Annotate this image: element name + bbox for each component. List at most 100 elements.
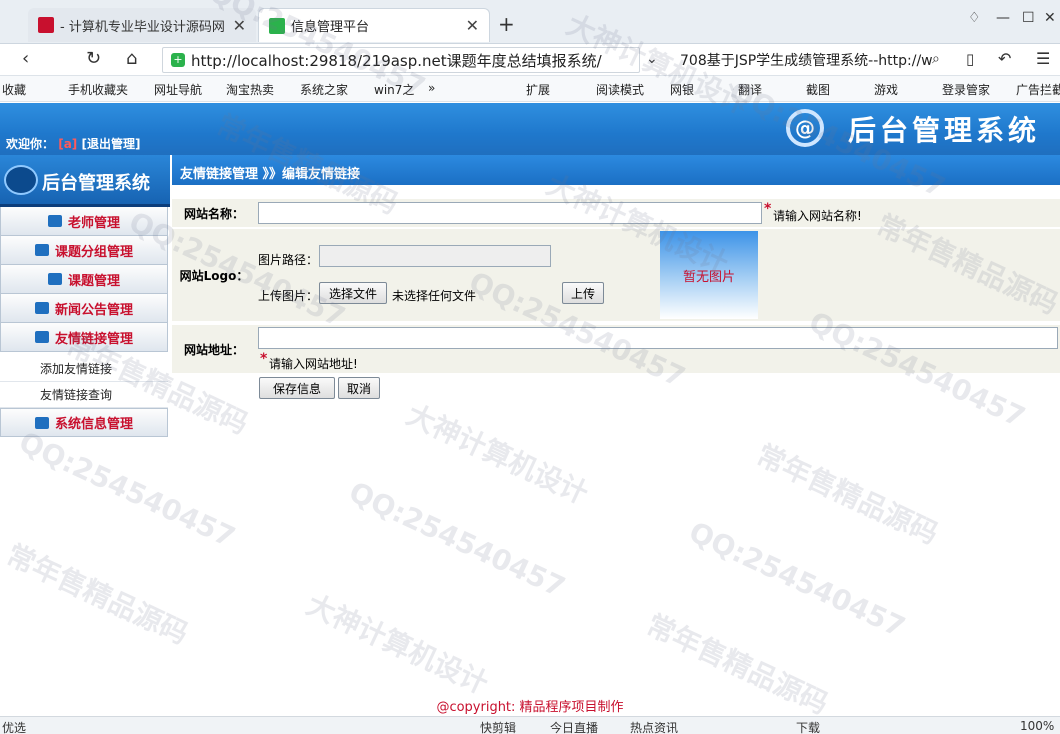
site-url-row: 网站地址： * 请输入网站地址! (172, 325, 1060, 373)
toolbar-extensions[interactable]: 扩展 (526, 81, 550, 98)
address-bar[interactable]: + http://localhost:29818/219asp.net课题年度总… (162, 47, 640, 73)
logout-link[interactable]: [退出管理] (81, 137, 140, 151)
bookmark-win7[interactable]: win7之 (374, 81, 414, 98)
search-box[interactable]: 708基于JSP学生成绩管理系统--http://w (672, 47, 948, 73)
close-window-icon[interactable]: ✕ (1044, 10, 1056, 26)
site-url-hint: 请输入网站地址! (269, 357, 358, 371)
new-tab-button[interactable]: + (498, 12, 515, 36)
status-zoom[interactable]: 100% (1020, 719, 1054, 733)
copyright-footer: @copyright: 精品程序项目制作 (436, 700, 624, 715)
back-icon[interactable]: ‹ (22, 48, 29, 69)
submenu-add-link[interactable]: 添加友情链接 (0, 356, 168, 382)
more-bookmarks-icon[interactable]: » (428, 81, 435, 95)
toolbar-login-manager[interactable]: 登录管家 (942, 81, 990, 98)
toolbar-bank[interactable]: 网银 (670, 81, 694, 98)
choose-file-button[interactable]: 选择文件 (319, 282, 387, 304)
required-mark: * (260, 351, 268, 367)
admin-header: 欢迎你： [a] [退出管理] @ 后台管理系统 (0, 103, 1060, 155)
refresh-icon[interactable]: ↻ (86, 48, 101, 69)
status-quick-edit[interactable]: 快剪辑 (480, 719, 516, 734)
bookmark-xitong[interactable]: 系统之家 (300, 81, 348, 98)
toolbar-adblock[interactable]: 广告拦截 (1016, 81, 1060, 98)
browser-tab-source-site[interactable]: - 计算机专业毕业设计源码网 ✕ (28, 8, 256, 42)
no-file-text: 未选择任何文件 (392, 289, 477, 303)
bookmark-favorites[interactable]: 收藏 (2, 81, 26, 98)
system-title: 后台管理系统 (847, 114, 1040, 147)
menu-icon (47, 273, 62, 285)
logo-label: 网站Logo： (179, 268, 249, 283)
sidebar-item-teachers[interactable]: 老师管理 (0, 207, 168, 236)
logo-row: 网站Logo： 图片路径： 上传图片： 选择文件 未选择任何文件 上传 (172, 229, 1060, 321)
site-url-input[interactable] (258, 327, 1058, 349)
current-user: [a] (58, 137, 78, 151)
cancel-button[interactable]: 取消 (338, 377, 380, 399)
image-path-input[interactable] (319, 245, 551, 267)
browser-tab-active[interactable]: 信息管理平台 ✕ (258, 8, 490, 42)
site-name-label: 网站名称： (183, 206, 244, 221)
search-icon[interactable]: ⌕ (932, 51, 940, 67)
bookmark-mobile[interactable]: 手机收藏夹 (68, 81, 128, 98)
tab-title: 信息管理平台 (291, 20, 370, 35)
menu-icon (34, 244, 49, 256)
site-name-input[interactable] (258, 202, 762, 224)
watermark: QQ:254540457 (683, 515, 911, 644)
submenu-query-links[interactable]: 友情链接查询 (0, 382, 168, 408)
status-news[interactable]: 热点资讯 (630, 719, 678, 734)
watermark: 大神计算机设计 (401, 397, 594, 511)
breadcrumb: 友情链接管理 》》编辑友情链接 (172, 155, 1060, 185)
bookmark-nav[interactable]: 网址导航 (154, 81, 202, 98)
sidebar-item-topics[interactable]: 课题管理 (0, 265, 168, 294)
mascot-icon (4, 165, 38, 195)
bookmark-taobao[interactable]: 淘宝热卖 (226, 81, 274, 98)
status-left: 优选 (2, 721, 27, 734)
toolbar-reading-mode[interactable]: 阅读模式 (596, 81, 644, 98)
status-download[interactable]: 下载 (796, 719, 820, 734)
toolbar-games[interactable]: 游戏 (874, 81, 898, 98)
bookmarks-bar: 收藏 手机收藏夹 网址导航 淘宝热卖 系统之家 win7之 » 扩展 阅读模式 … (0, 76, 1060, 102)
undo-icon[interactable]: ↶ (998, 49, 1011, 68)
sidebar-item-topic-groups[interactable]: 课题分组管理 (0, 236, 168, 265)
menu-label: 课题分组管理 (54, 244, 133, 260)
menu-label: 系统信息管理 (54, 417, 133, 432)
toolbar-screenshot[interactable]: 截图 (806, 81, 830, 98)
save-button[interactable]: 保存信息 (259, 377, 335, 399)
browser-status-bar: 优选 快剪辑 今日直播 热点资讯 下载 100% (0, 716, 1060, 734)
menu-label: 新闻公告管理 (54, 302, 133, 318)
browser-tab-strip: - 计算机专业毕业设计源码网 ✕ 信息管理平台 ✕ + ♢ — ☐ ✕ (0, 0, 1060, 44)
upload-button[interactable]: 上传 (562, 282, 604, 304)
menu-label: 友情链接管理 (54, 331, 133, 347)
menu-label: 老师管理 (67, 215, 120, 231)
menu-label: 课题管理 (67, 273, 120, 289)
site-url-label: 网站地址： (183, 342, 244, 357)
toolbar-translate[interactable]: 翻译 (738, 81, 762, 98)
home-icon[interactable]: ⌂ (126, 48, 137, 69)
search-text: 708基于JSP学生成绩管理系统--http://w (680, 53, 933, 69)
close-tab-icon[interactable]: ✕ (466, 16, 479, 35)
maximize-icon[interactable]: ☐ (1022, 10, 1035, 26)
watermark: QQ:254540457 (343, 475, 571, 604)
status-live[interactable]: 今日直播 (550, 719, 598, 734)
site-name-hint: 请输入网站名称! (773, 209, 862, 223)
logo-preview: 暂无图片 (660, 231, 758, 319)
sidebar-header: 后台管理系统 (0, 155, 170, 207)
sidebar-item-system-info[interactable]: 系统信息管理 (0, 408, 168, 437)
site-favicon-icon (38, 17, 54, 33)
watermark: 常年售精品源码 (751, 437, 944, 551)
image-path-label: 图片路径： (258, 253, 319, 267)
upload-label: 上传图片： (258, 289, 319, 303)
tab-title: - 计算机专业毕业设计源码网 (60, 19, 225, 35)
menu-icon (34, 331, 49, 343)
admin-logo-icon: @ (786, 109, 824, 147)
address-text: http://localhost:29818/219asp.net课题年度总结填… (191, 51, 602, 70)
site-name-row: 网站名称： * 请输入网站名称! (172, 199, 1060, 227)
dropdown-chevron-icon[interactable]: ⌄ (646, 51, 658, 67)
welcome-label: 欢迎你： (6, 137, 55, 151)
phone-icon[interactable]: ▯ (966, 50, 974, 68)
skin-icon[interactable]: ♢ (968, 10, 981, 26)
minimize-icon[interactable]: — (996, 10, 1010, 26)
sidebar-item-links[interactable]: 友情链接管理 (0, 323, 168, 352)
close-tab-icon[interactable]: ✕ (233, 16, 246, 35)
menu-icon[interactable]: ☰ (1036, 49, 1050, 68)
menu-icon (47, 215, 62, 227)
sidebar-item-news[interactable]: 新闻公告管理 (0, 294, 168, 323)
